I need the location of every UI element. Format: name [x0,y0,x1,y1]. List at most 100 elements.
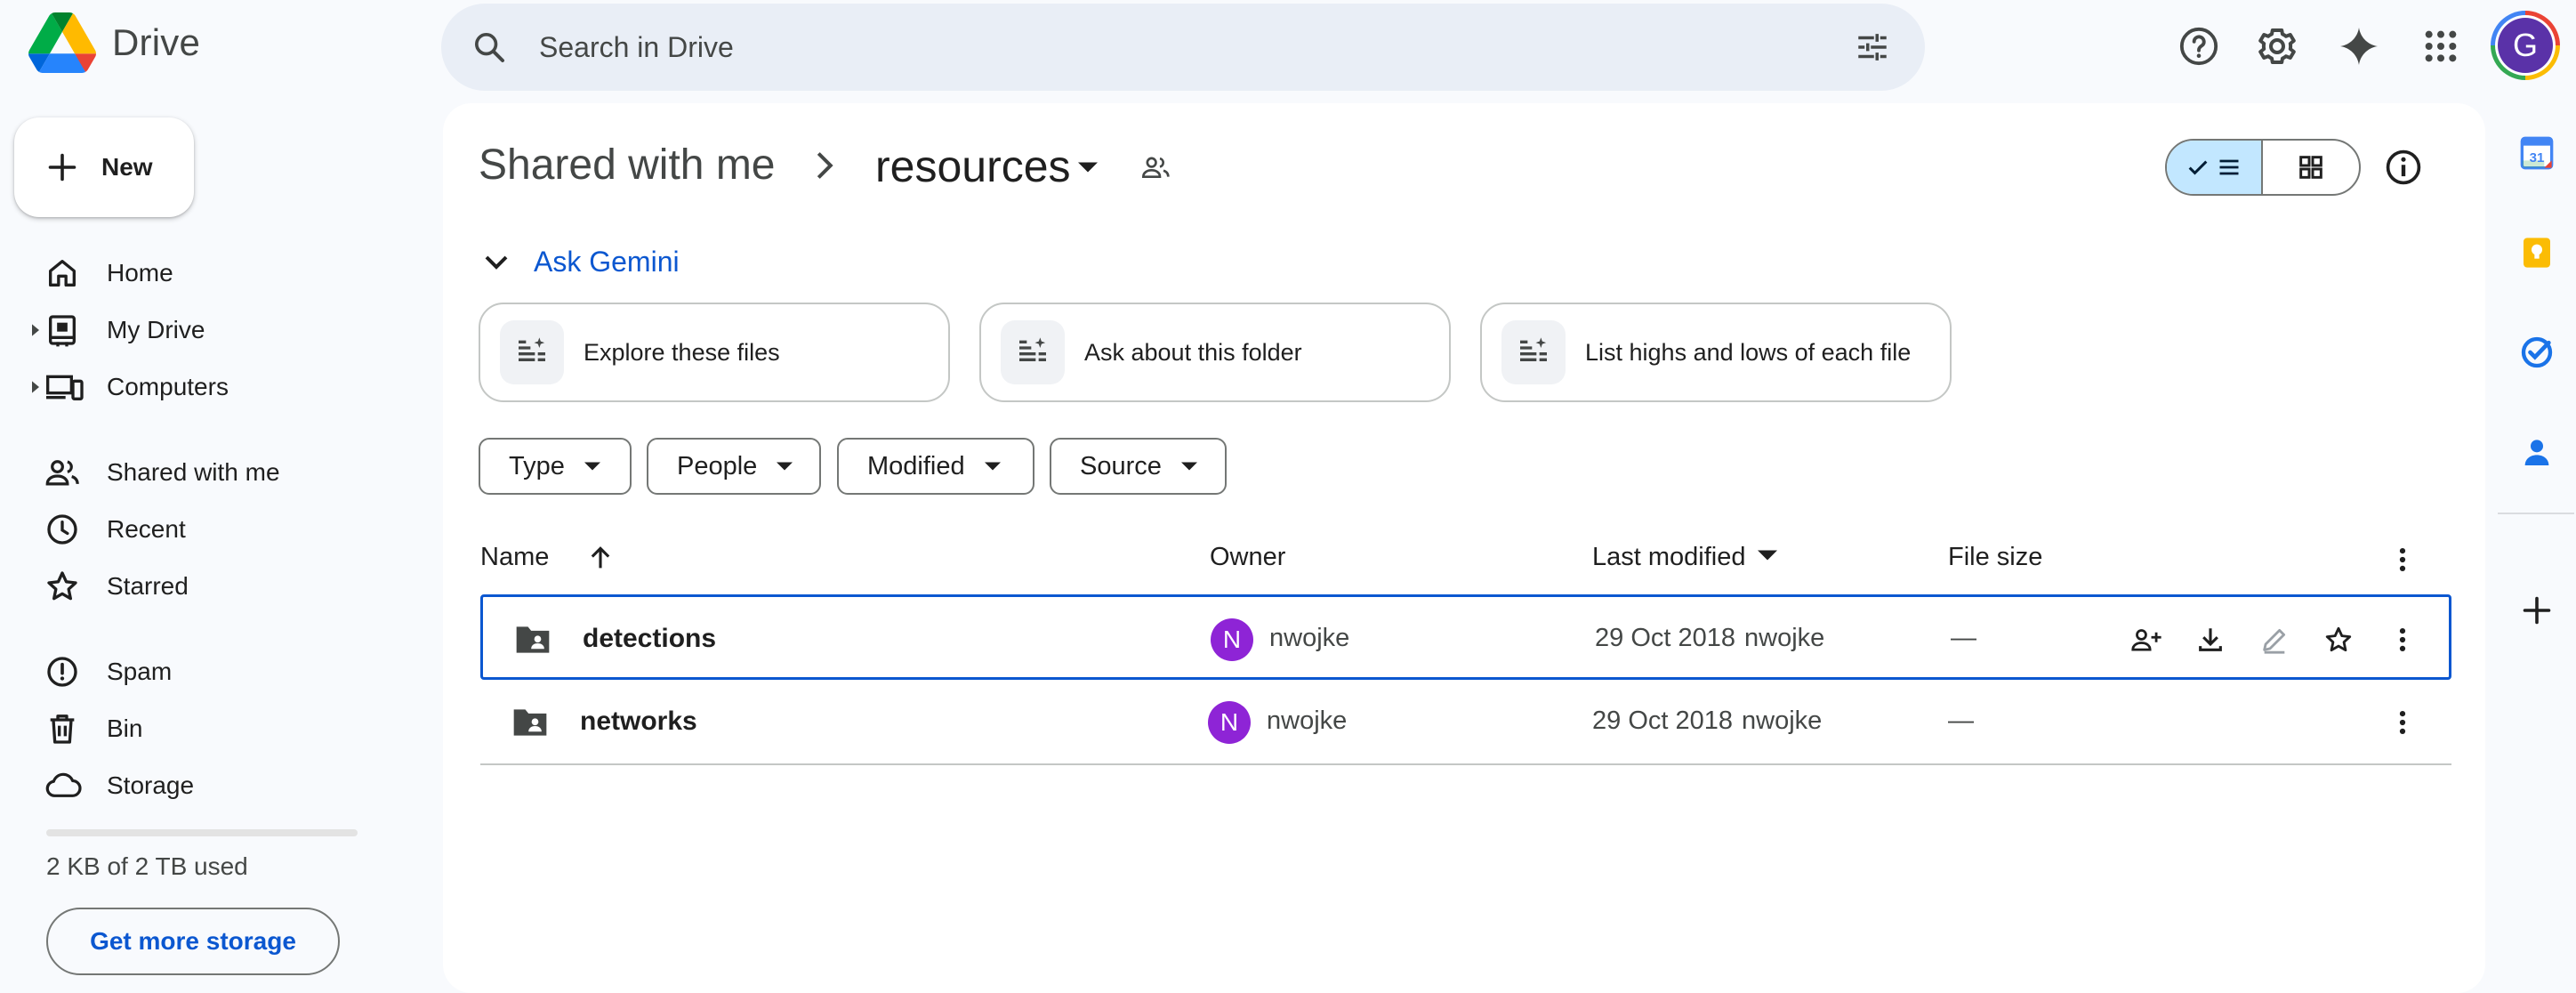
search-bar[interactable] [441,4,1925,91]
sidebar-item-label: My Drive [107,316,205,343]
search-icon[interactable] [471,29,507,65]
filter-label: Source [1080,451,1162,480]
rename-pencil-icon[interactable] [2253,618,2296,661]
folder-menu-caret-icon[interactable] [1078,162,1098,173]
get-more-storage-button[interactable]: Get more storage [46,908,340,975]
chevron-right-icon [817,152,833,179]
sidebar-item-spam[interactable]: Spam [0,645,427,698]
filter-people[interactable]: People [647,438,821,495]
sidebar-item-label: Starred [107,572,189,600]
owner-name: nwojke [1267,706,1348,735]
table-row[interactable]: networks N nwojke 29 Oct 2018 nwojke — [480,680,2451,765]
file-size: — [1951,624,1976,652]
avatar: G [2498,18,2553,73]
plus-icon [48,153,76,182]
sidebar-item-starred[interactable]: Starred [0,560,427,613]
sidebar-item-home[interactable]: Home [0,246,427,300]
column-header-name[interactable]: Name [480,543,549,572]
my-drive-icon [49,315,76,347]
breadcrumb-current-folder[interactable]: resources [875,141,1071,192]
suggestion-label: List highs and lows of each file [1585,338,1912,366]
modified-by: nwojke [1744,624,1825,652]
shared-folder-people-icon[interactable] [1140,153,1172,182]
storage-usage-bar [46,829,358,836]
get-add-ons-plus-icon[interactable] [2516,589,2558,632]
sidebar-item-computers[interactable]: Computers [0,360,427,414]
more-vert-icon[interactable] [2381,701,2424,744]
last-modified: 29 Oct 2018 nwojke [1595,624,1824,653]
drive-logo-icon [28,12,96,73]
file-name: detections [583,624,717,653]
expand-caret-icon[interactable] [30,380,41,394]
filter-source[interactable]: Source [1050,438,1227,495]
list-view-icon [2219,159,2239,175]
download-icon[interactable] [2189,618,2232,661]
owner-avatar: N [1211,618,1253,661]
column-header-file-size[interactable]: File size [1948,543,2042,572]
filter-type[interactable]: Type [479,438,632,495]
shared-folder-icon [516,626,550,653]
gemini-suggestion-explore[interactable]: Explore these files [479,303,950,402]
search-input[interactable] [539,20,1854,74]
gemini-suggestion-highs-lows[interactable]: List highs and lows of each file [1480,303,1952,402]
suggestion-label: Explore these files [584,338,780,366]
shared-folder-icon [513,709,547,736]
calendar-day-text: 31 [2530,150,2545,166]
modified-date: 29 Oct 2018 [1592,706,1733,735]
more-vert-icon[interactable] [2381,618,2424,661]
sort-caret-icon[interactable] [1758,550,1777,561]
suggestion-label: Ask about this folder [1084,338,1302,366]
calendar-app-icon[interactable]: 31 [2516,132,2558,174]
column-header-owner[interactable]: Owner [1210,543,1285,572]
dropdown-caret-icon [1180,462,1197,471]
gemini-sparkle-icon[interactable] [2332,20,2386,73]
sidebar-item-label: Recent [107,515,186,543]
app-name: Drive [112,21,201,63]
table-divider [480,763,2451,765]
list-view-button[interactable] [2167,141,2263,194]
sidebar-item-storage[interactable]: Storage [0,759,427,812]
grid-view-button[interactable] [2263,141,2359,194]
share-add-person-icon[interactable] [2125,618,2168,661]
sort-ascending-arrow-icon[interactable] [585,543,616,573]
gemini-list-sparkle-icon [500,320,564,384]
clock-icon [47,514,77,545]
filter-label: People [677,451,758,480]
ask-gemini-toggle[interactable]: Ask Gemini [484,246,680,279]
gemini-suggestion-ask-folder[interactable]: Ask about this folder [979,303,1451,402]
info-details-icon[interactable] [2384,148,2423,187]
table-row[interactable]: detections N nwojke 29 Oct 2018 nwojke — [480,594,2451,680]
sidebar-item-label: Computers [107,373,229,400]
column-header-last-modified[interactable]: Last modified [1592,543,1746,572]
account-avatar-button[interactable]: G [2491,11,2560,80]
contacts-app-icon[interactable] [2516,431,2558,473]
cloud-icon [45,772,82,797]
settings-gear-icon[interactable] [2250,20,2304,73]
keep-app-icon[interactable] [2516,231,2558,274]
view-toggle [2165,139,2361,196]
tasks-app-icon[interactable] [2516,331,2558,374]
gemini-list-sparkle-icon [1001,320,1065,384]
filter-label: Type [509,451,565,480]
filter-modified[interactable]: Modified [837,438,1034,495]
breadcrumb-root[interactable]: Shared with me [479,141,776,190]
expand-caret-icon[interactable] [30,323,41,337]
spam-icon [47,657,77,687]
main-panel [443,103,2485,993]
sidebar-item-shared-with-me[interactable]: Shared with me [0,446,427,499]
sidebar-item-my-drive[interactable]: My Drive [0,303,427,357]
google-apps-grid-icon[interactable] [2414,20,2467,73]
add-star-icon[interactable] [2317,618,2360,661]
search-options-icon[interactable] [1854,28,1891,66]
more-vert-icon[interactable] [2389,545,2416,575]
sidebar-item-label: Spam [107,658,173,685]
owner-name: nwojke [1269,624,1350,652]
checkmark-icon [2188,160,2208,175]
drive-logo[interactable]: Drive [28,12,200,73]
sidebar-item-recent[interactable]: Recent [0,503,427,556]
trash-bin-icon [50,714,75,744]
sidebar-item-bin[interactable]: Bin [0,702,427,755]
help-icon[interactable] [2172,20,2226,73]
new-button[interactable]: New [14,117,194,217]
star-icon [47,571,77,601]
